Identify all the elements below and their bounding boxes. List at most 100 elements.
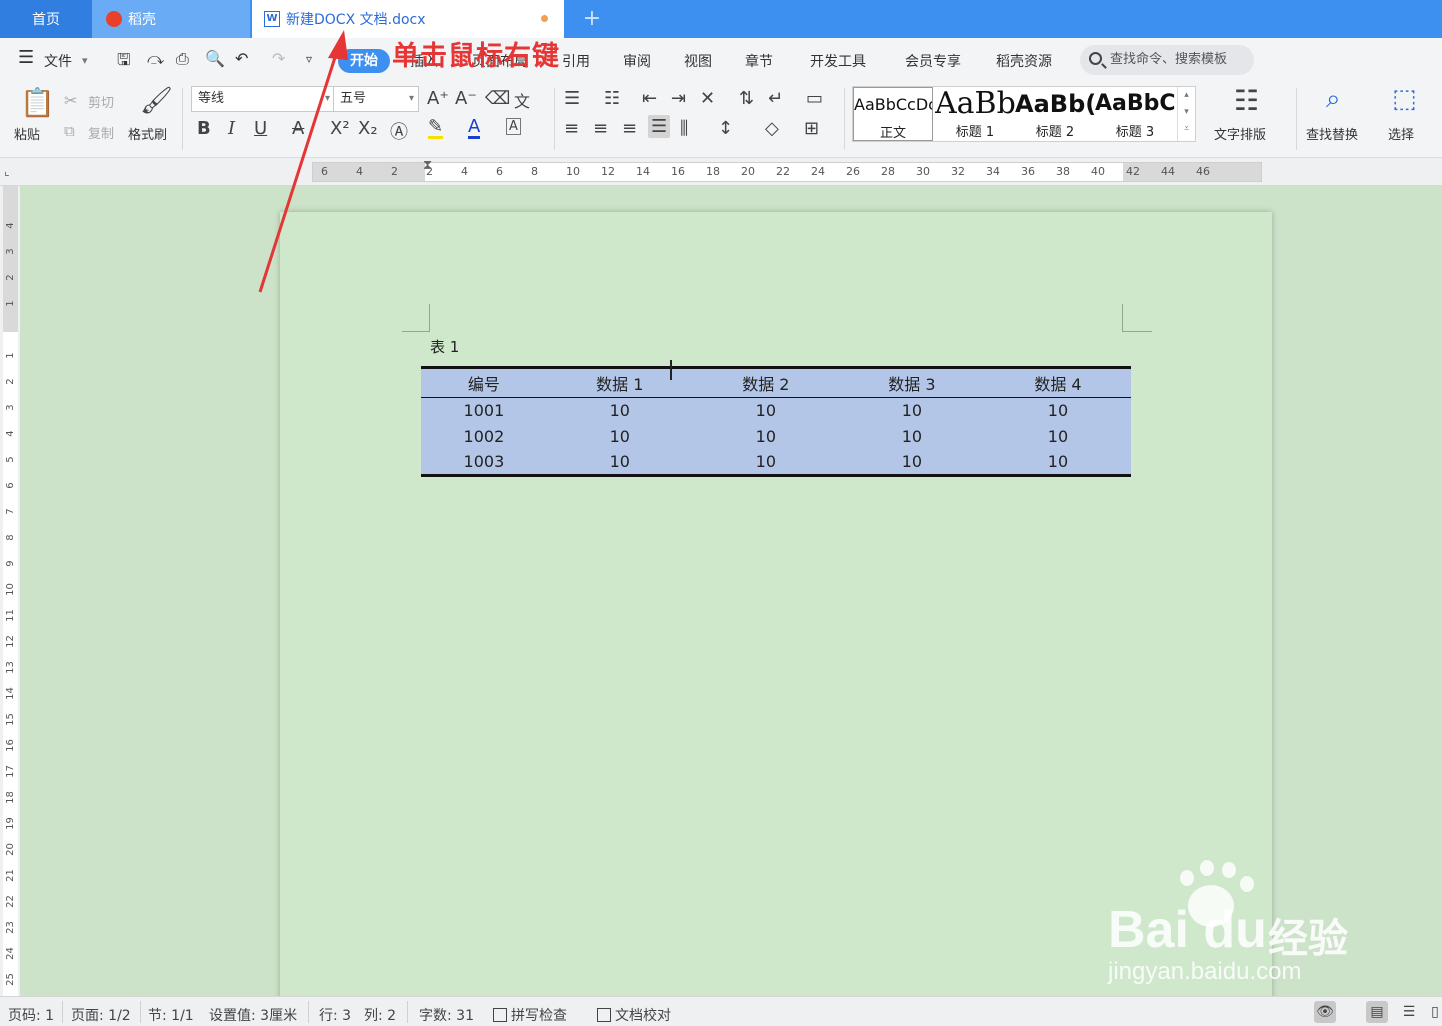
- table-cell[interactable]: 10: [839, 424, 985, 450]
- data-table[interactable]: 编号 数据 1 数据 2 数据 3 数据 4 1001 10 10 10 10 …: [421, 366, 1131, 477]
- save-icon[interactable]: 🖫: [117, 49, 131, 76]
- tab-home[interactable]: 首页: [0, 0, 92, 38]
- status-pages[interactable]: 页面: 1/2: [71, 1005, 131, 1025]
- undo-icon[interactable]: ↶: [235, 49, 248, 68]
- outline-view-icon[interactable]: ☰: [1398, 1001, 1420, 1023]
- underline-icon[interactable]: U: [254, 118, 267, 139]
- format-painter-icon[interactable]: 🖌: [140, 86, 173, 116]
- grow-font-icon[interactable]: A⁺: [427, 88, 449, 109]
- table-header-cell[interactable]: 数据 2: [692, 366, 839, 398]
- bold-icon[interactable]: B: [197, 118, 211, 139]
- table-cell[interactable]: 1001: [421, 398, 547, 424]
- align-left-icon[interactable]: ≡: [564, 118, 579, 139]
- menu-developer[interactable]: 开发工具: [810, 51, 866, 71]
- select-icon[interactable]: ⬚: [1392, 84, 1417, 114]
- status-section[interactable]: 节: 1/1: [148, 1005, 194, 1025]
- print-icon[interactable]: ⎙: [176, 49, 189, 69]
- borders-icon[interactable]: ⊞: [804, 118, 819, 139]
- print-preview-icon[interactable]: 🔍: [205, 49, 225, 68]
- decrease-indent-icon[interactable]: ⇤: [642, 88, 657, 109]
- copy-button[interactable]: 复制: [88, 123, 114, 142]
- table-cell[interactable]: 10: [985, 424, 1131, 450]
- subscript-icon[interactable]: X₂: [358, 118, 378, 139]
- new-tab-button[interactable]: +: [578, 4, 606, 34]
- find-replace-button[interactable]: 查找替换: [1306, 124, 1358, 143]
- clear-format-icon[interactable]: ⌫: [485, 88, 510, 109]
- horizontal-ruler-track[interactable]: 6 4 2 2 4 6 8 10 12 14 16 18 20 22 24 26 28 30 32 34 36 38 40 4…: [312, 162, 1262, 182]
- table-cell[interactable]: 1002: [421, 424, 547, 450]
- menu-reference[interactable]: 引用: [562, 51, 590, 71]
- quick-access-dropdown-icon[interactable]: ▿: [306, 52, 312, 66]
- find-replace-icon[interactable]: ⌕: [1326, 84, 1341, 115]
- menu-chapter[interactable]: 章节: [745, 51, 773, 71]
- font-name-select[interactable]: 等线: [191, 86, 335, 112]
- table-cell[interactable]: 10: [547, 424, 693, 450]
- text-layout-icon[interactable]: ☷: [1234, 84, 1259, 117]
- table-header-cell[interactable]: 数据 4: [984, 366, 1131, 398]
- menu-daoke-resources[interactable]: 稻壳资源: [996, 51, 1052, 71]
- command-search-input[interactable]: 查找命令、搜索模板: [1080, 45, 1254, 75]
- table-cell[interactable]: 10: [693, 398, 839, 424]
- table-cell[interactable]: 10: [838, 449, 985, 477]
- status-word-count[interactable]: 字数: 31: [419, 1005, 474, 1025]
- increase-indent-icon[interactable]: ⇥: [671, 88, 686, 109]
- document-page[interactable]: [280, 212, 1272, 1012]
- line-spacing-icon[interactable]: ↕: [718, 118, 733, 139]
- tab-document[interactable]: W 新建DOCX 文档.docx: [252, 0, 564, 38]
- numbered-list-icon[interactable]: ☷: [604, 88, 620, 109]
- phonetic-guide-icon[interactable]: 文: [514, 88, 530, 112]
- sort-icon[interactable]: ⇅: [739, 88, 754, 109]
- table-header-cell[interactable]: 编号: [421, 366, 547, 398]
- table-cell[interactable]: 10: [984, 449, 1131, 477]
- strikethrough-icon[interactable]: A: [292, 118, 304, 139]
- text-layout-button[interactable]: 文字排版: [1214, 124, 1266, 143]
- table-cell[interactable]: 10: [839, 398, 985, 424]
- file-dropdown-chevron-icon[interactable]: ▾: [82, 54, 88, 67]
- align-center-icon[interactable]: ≡: [593, 118, 608, 139]
- indent-marker-icon[interactable]: ⧗: [423, 158, 432, 173]
- char-border-icon[interactable]: A: [506, 118, 521, 135]
- justify-icon[interactable]: ☰: [648, 115, 671, 138]
- output-icon[interactable]: ⤼: [147, 49, 164, 69]
- italic-icon[interactable]: I: [228, 118, 235, 139]
- highlight-icon[interactable]: ✎: [428, 118, 444, 139]
- style-heading-1[interactable]: AaBb 标题 1: [935, 87, 1015, 141]
- align-right-icon[interactable]: ≡: [622, 118, 637, 139]
- menu-file[interactable]: 文件: [44, 51, 72, 71]
- style-gallery-scroll[interactable]: ▴ ▾ ⩡: [1177, 87, 1195, 141]
- format-painter-button[interactable]: 格式刷: [128, 124, 167, 143]
- status-col[interactable]: 列: 2: [364, 1005, 396, 1025]
- table-tools-icon[interactable]: ▭: [806, 88, 823, 109]
- spell-check-button[interactable]: 拼写检查: [493, 1005, 567, 1025]
- menu-member[interactable]: 会员专享: [905, 51, 961, 71]
- table-cell[interactable]: 10: [547, 398, 693, 424]
- table-cell[interactable]: 1003: [421, 449, 547, 477]
- style-heading-3[interactable]: AaBbC 标题 3: [1095, 87, 1175, 141]
- eye-protection-icon[interactable]: 👁: [1314, 1001, 1336, 1023]
- select-button[interactable]: 选择: [1388, 124, 1414, 143]
- table-cell[interactable]: 10: [985, 398, 1131, 424]
- status-setting[interactable]: 设置值: 3厘米: [209, 1005, 297, 1025]
- text-effect-icon[interactable]: Ⓐ: [390, 118, 408, 144]
- paste-button[interactable]: 粘贴: [14, 124, 40, 143]
- table-cell[interactable]: 10: [693, 424, 839, 450]
- superscript-icon[interactable]: X²: [330, 118, 350, 139]
- tab-daoke[interactable]: 稻壳: [92, 0, 250, 38]
- shading-icon[interactable]: ◇: [765, 118, 779, 139]
- menu-start[interactable]: 开始: [338, 49, 390, 73]
- font-size-select[interactable]: 五号: [333, 86, 419, 112]
- menu-view[interactable]: 视图: [684, 51, 712, 71]
- show-marks-icon[interactable]: ↵: [768, 88, 783, 109]
- shrink-font-icon[interactable]: A⁻: [455, 88, 477, 109]
- vertical-ruler-track[interactable]: 4 3 2 1 1 2 3 4 5 6 7 8 9 10 11 12 13 14 15 16 17 18 19 20 21 22 2…: [3, 186, 18, 996]
- hamburger-menu-icon[interactable]: ☰: [18, 47, 34, 68]
- page-view-icon[interactable]: ▤: [1366, 1001, 1388, 1023]
- cut-button[interactable]: 剪切: [88, 92, 114, 111]
- doc-proof-button[interactable]: 文档校对: [597, 1005, 671, 1025]
- bullet-list-icon[interactable]: ☰: [564, 88, 580, 109]
- table-cell[interactable]: 10: [546, 449, 693, 477]
- menu-review[interactable]: 审阅: [623, 51, 651, 71]
- status-row[interactable]: 行: 3: [319, 1005, 351, 1025]
- distribute-icon[interactable]: ⫼: [680, 118, 688, 139]
- table-cell[interactable]: 10: [692, 449, 839, 477]
